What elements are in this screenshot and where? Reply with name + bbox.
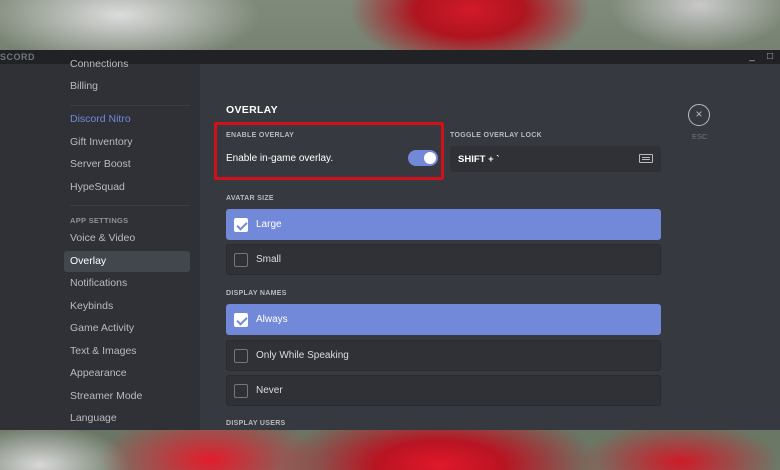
avatar-size-small[interactable]: Small — [226, 244, 661, 275]
sidebar-item-hypesquad[interactable]: HypeSquad — [64, 177, 190, 198]
display-users-label: DISPLAY USERS — [226, 420, 286, 427]
display-names-always[interactable]: Always — [226, 304, 661, 335]
sidebar-item-game-activity[interactable]: Game Activity — [64, 318, 190, 339]
sidebar-item-overlay[interactable]: Overlay — [64, 251, 190, 272]
display-names-while-speaking[interactable]: Only While Speaking — [226, 340, 661, 371]
checkbox-checked-icon — [234, 218, 248, 232]
sidebar-item-keybinds[interactable]: Keybinds — [64, 296, 190, 317]
option-label: Large — [256, 219, 282, 230]
sidebar-item-server-boost[interactable]: Server Boost — [64, 154, 190, 175]
app-settings-header: APP SETTINGS — [70, 216, 129, 225]
overlay-lock-keybind[interactable]: SHIFT + ` — [450, 146, 661, 172]
app-name: SCORD — [0, 52, 36, 62]
maximize-button[interactable]: □ — [762, 50, 778, 64]
sidebar-divider — [70, 105, 190, 106]
sidebar-item-notifications[interactable]: Notifications — [64, 273, 190, 294]
sidebar-item-streamer-mode[interactable]: Streamer Mode — [64, 386, 190, 407]
highlight-box — [214, 122, 444, 180]
keybind-value: SHIFT + ` — [458, 154, 500, 165]
option-label: Small — [256, 254, 282, 265]
settings-content: OVERLAY ENABLE OVERLAY Enable in-game ov… — [200, 64, 780, 430]
settings-window: SCORD _ □ Connections Billing Discord Ni… — [0, 50, 780, 430]
checkbox-empty-icon — [234, 349, 248, 363]
sidebar-item-appearance[interactable]: Appearance — [64, 363, 190, 384]
sidebar-item-connections[interactable]: Connections — [64, 54, 190, 75]
checkbox-empty-icon — [234, 253, 248, 267]
sidebar-item-voice-video[interactable]: Voice & Video — [64, 228, 190, 249]
option-label: Never — [256, 385, 283, 396]
page-title: OVERLAY — [226, 104, 278, 116]
sidebar-divider — [70, 205, 190, 206]
esc-label: ESC — [692, 132, 708, 141]
sidebar-item-billing[interactable]: Billing — [64, 76, 190, 97]
keyboard-icon[interactable] — [639, 154, 653, 163]
checkbox-checked-icon — [234, 313, 248, 327]
overlay-lock-label: TOGGLE OVERLAY LOCK — [450, 132, 542, 139]
avatar-size-large[interactable]: Large — [226, 209, 661, 240]
checkbox-empty-icon — [234, 384, 248, 398]
close-icon[interactable]: × — [688, 104, 710, 126]
option-label: Only While Speaking — [256, 350, 349, 361]
minimize-button[interactable]: _ — [744, 50, 760, 64]
sidebar-item-discord-nitro[interactable]: Discord Nitro — [64, 109, 190, 130]
sidebar-item-language[interactable]: Language — [64, 408, 190, 429]
display-names-label: DISPLAY NAMES — [226, 290, 287, 297]
sidebar-item-gift-inventory[interactable]: Gift Inventory — [64, 132, 190, 153]
display-names-never[interactable]: Never — [226, 375, 661, 406]
avatar-size-label: AVATAR SIZE — [226, 195, 274, 202]
option-label: Always — [256, 314, 288, 325]
sidebar-item-text-images[interactable]: Text & Images — [64, 341, 190, 362]
settings-sidebar: Connections Billing Discord Nitro Gift I… — [0, 58, 200, 430]
